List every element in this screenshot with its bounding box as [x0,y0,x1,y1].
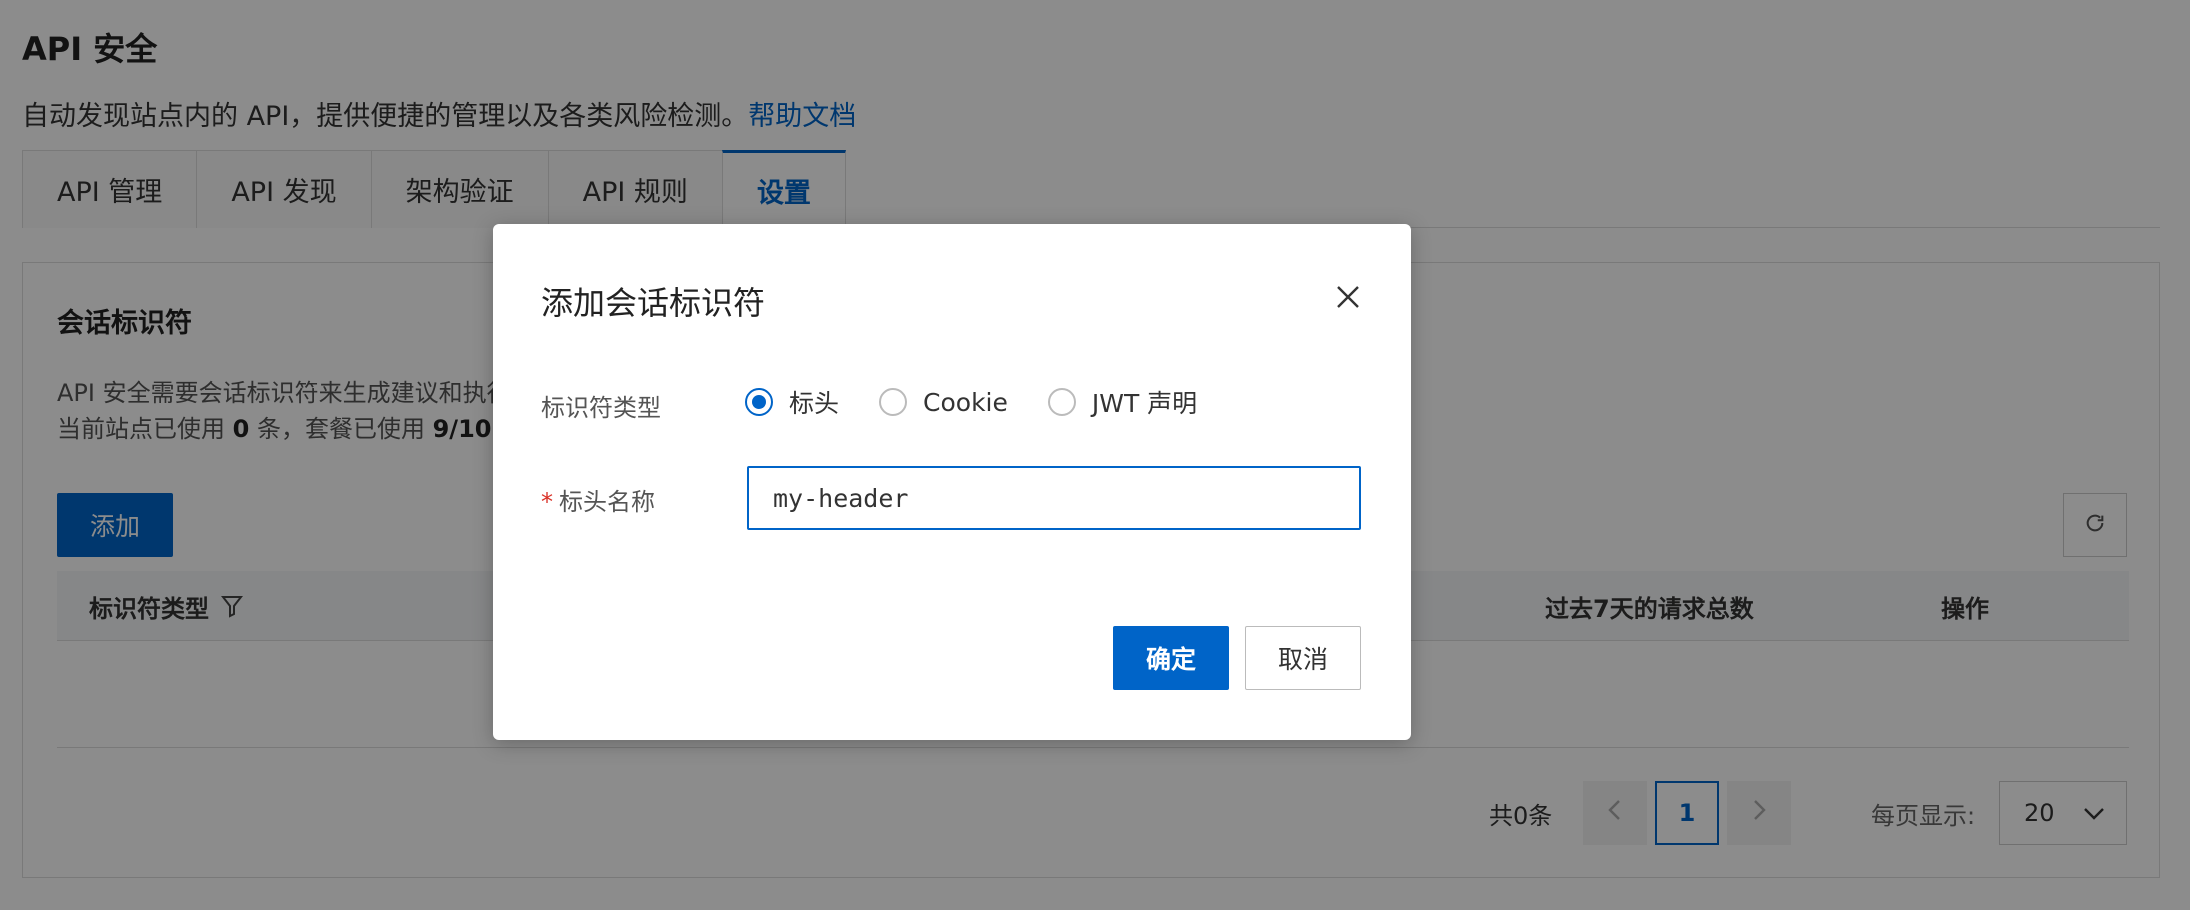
header-name-input[interactable] [747,466,1361,530]
radio-header-label: 标头 [789,389,840,418]
identifier-type-radio-group: 标头 Cookie JWT 声明 [745,384,1237,420]
close-icon [1335,284,1361,314]
radio-checked-icon[interactable] [745,388,773,416]
radio-cookie-label: Cookie [923,387,1008,417]
radio-jwt-claim[interactable]: JWT 声明 [1047,384,1198,420]
radio-cookie[interactable]: Cookie [879,388,1008,417]
radio-header[interactable]: 标头 [745,384,839,420]
radio-unchecked-icon[interactable] [879,388,908,416]
dialog-close-button[interactable] [1333,284,1363,314]
header-name-label: * 标头名称 [541,482,655,517]
confirm-button[interactable]: 确定 [1113,626,1229,690]
add-session-identifier-dialog: 添加会话标识符 标识符类型 标头 Cookie JWT 声明 *标头名称 确定 … [493,224,1411,740]
radio-unchecked-icon[interactable] [1047,388,1076,416]
required-marker: * [541,488,553,516]
header-name-label-text: 标头名称 [559,488,655,516]
identifier-type-label: 标识符类型 [541,394,661,422]
cancel-button[interactable]: 取消 [1245,626,1361,690]
radio-jwt-label: JWT 声明 [1091,389,1198,418]
dialog-title: 添加会话标识符 [541,284,766,322]
